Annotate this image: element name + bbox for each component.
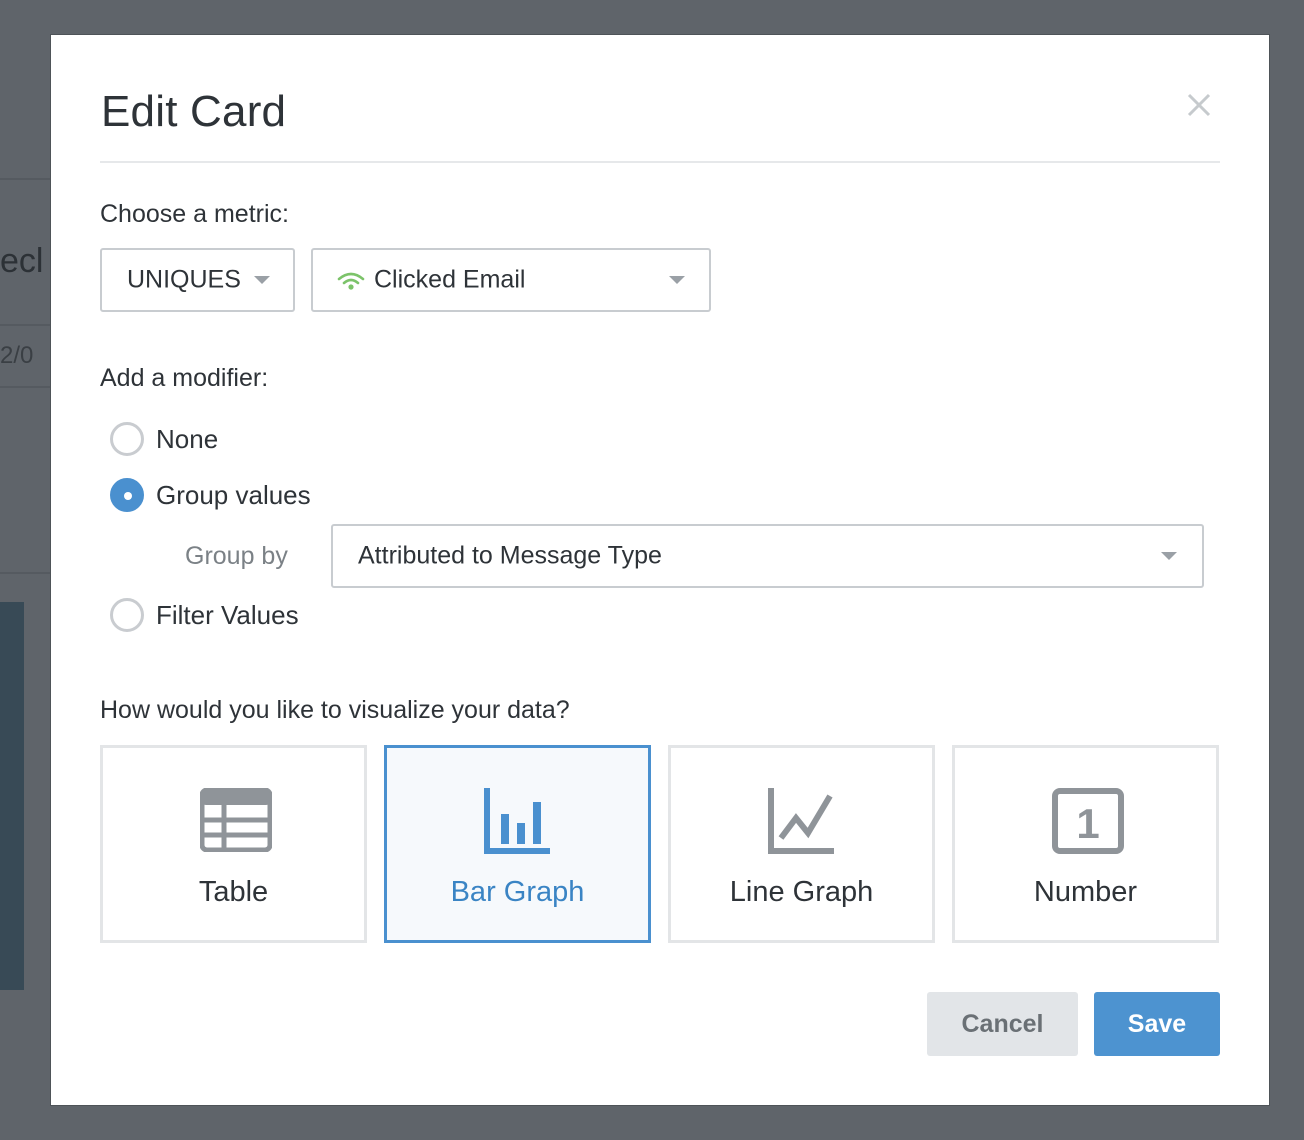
group-by-select[interactable]: Attributed to Message Type	[331, 524, 1204, 588]
wifi-signal-icon	[337, 270, 365, 299]
close-icon[interactable]	[1181, 87, 1217, 123]
chevron-down-icon	[669, 276, 685, 284]
number-icon-glyph: 1	[1076, 800, 1099, 847]
background-chart-bar	[0, 602, 24, 990]
background-divider	[0, 178, 52, 180]
viz-option-number[interactable]: 1 Number	[952, 745, 1219, 943]
viz-option-label: Line Graph	[729, 876, 874, 908]
save-button[interactable]: Save	[1094, 992, 1220, 1056]
line-graph-icon	[768, 788, 834, 854]
cancel-button[interactable]: Cancel	[927, 992, 1078, 1056]
aggregation-select-value: UNIQUES	[127, 265, 241, 294]
header-divider	[100, 161, 1220, 163]
edit-card-modal: Edit Card Choose a metric: UNIQUES Click…	[51, 35, 1269, 1105]
group-by-select-value: Attributed to Message Type	[358, 541, 662, 570]
viz-option-table[interactable]: Table	[100, 745, 367, 943]
bar-graph-icon	[484, 788, 550, 854]
metric-event-value: Clicked Email	[374, 265, 526, 294]
modifier-option-label: Group values	[156, 480, 311, 510]
background-divider	[0, 386, 52, 388]
radio-unchecked-icon[interactable]	[110, 422, 144, 456]
viz-option-label: Table	[198, 876, 269, 908]
radio-unchecked-icon[interactable]	[110, 598, 144, 632]
chevron-down-icon	[1161, 552, 1177, 560]
modifier-section-label: Add a modifier:	[100, 364, 269, 392]
chevron-down-icon	[254, 276, 270, 284]
modifier-option-label: Filter Values	[156, 600, 299, 630]
table-icon	[200, 788, 272, 852]
aggregation-select[interactable]: UNIQUES	[100, 248, 295, 312]
metric-event-select[interactable]: Clicked Email	[311, 248, 711, 312]
modal-title: Edit Card	[101, 87, 287, 136]
viz-option-label: Number	[1033, 876, 1138, 908]
group-by-label: Group by	[185, 542, 288, 570]
background-divider	[0, 572, 52, 574]
visualization-section-label: How would you like to visualize your dat…	[100, 696, 570, 724]
modifier-option-label: None	[156, 424, 219, 454]
number-icon: 1	[1052, 788, 1124, 854]
background-divider	[0, 324, 52, 326]
radio-checked-icon[interactable]	[110, 478, 144, 512]
viz-option-label: Bar Graph	[450, 876, 585, 908]
background-heading-fragment: ecl	[0, 242, 44, 280]
viz-option-line-graph[interactable]: Line Graph	[668, 745, 935, 943]
background-date-fragment: 2/0	[0, 342, 34, 369]
viz-option-bar-graph[interactable]: Bar Graph	[384, 745, 651, 943]
metric-section-label: Choose a metric:	[100, 200, 289, 228]
